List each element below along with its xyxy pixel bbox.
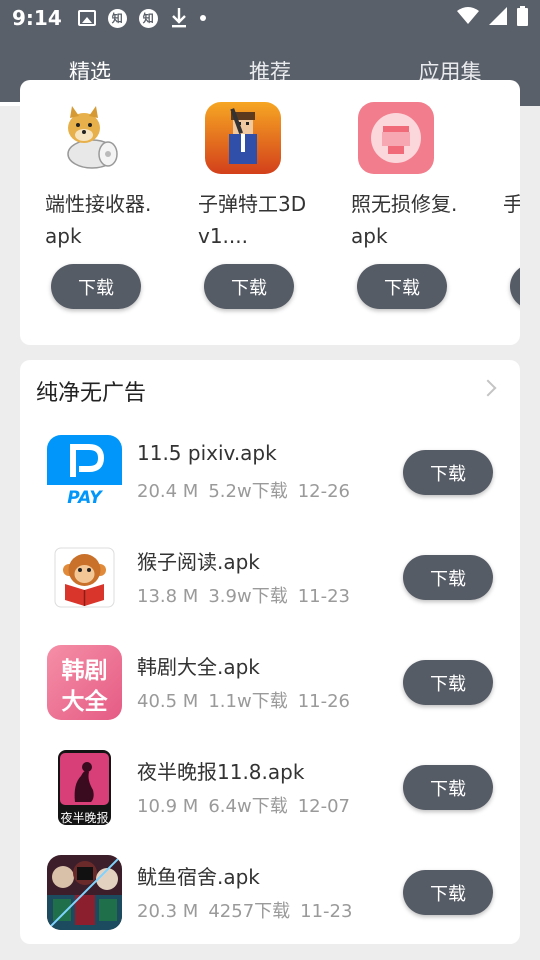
- app-downloads: 5.2w下载: [208, 481, 288, 502]
- section-title: 纯净无广告: [36, 381, 147, 406]
- svg-text:PAY: PAY: [67, 488, 103, 508]
- download-button[interactable]: 下载: [403, 660, 493, 705]
- app-downloads: 4257下载: [208, 901, 291, 922]
- app-meta: 20.3 M 4257下载 11-23: [137, 897, 362, 923]
- download-button[interactable]: 下载: [403, 555, 493, 600]
- app-downloads: 1.1w下载: [208, 691, 288, 712]
- app-date: 12-26: [297, 481, 351, 502]
- monkey-reading-icon: [47, 540, 122, 615]
- app-meta: 13.8 M 3.9w下载 11-23: [137, 582, 360, 608]
- wifi-icon: [457, 7, 479, 29]
- featured-app-name: 子弹特工3D v1....: [198, 192, 307, 248]
- app-size: 20.4 M: [137, 481, 199, 502]
- app-meta: 10.9 M 6.4w下载 12-07: [137, 792, 360, 818]
- app-name: 夜半晚报11.8.apk: [137, 760, 305, 784]
- app-size: 40.5 M: [137, 691, 199, 712]
- download-button[interactable]: 下载: [403, 765, 493, 810]
- list-item[interactable]: 鱿鱼宿舍.apk 20.3 M 4257下载 11-23 下载: [20, 855, 520, 960]
- featured-app-name: 端性接收器.apk: [45, 192, 152, 248]
- featured-app-name: 手 v2: [503, 192, 520, 216]
- app-name: 11.5 pixiv.apk: [137, 441, 277, 465]
- download-button[interactable]: 下载: [51, 264, 141, 309]
- ad-free-section: 纯净无广告 PAY 11.5 pixiv.apk 20.4 M 5.2w下载 12-…: [20, 360, 520, 944]
- featured-apps-card: 端性接收器.apk 下载 子弹特工3D v1.... 下载 照无损修复.apk …: [20, 80, 520, 345]
- app-date: 11-23: [297, 586, 351, 607]
- battery-icon: [517, 6, 528, 30]
- signal-icon: [489, 7, 507, 29]
- bullet-agent-icon: [205, 102, 281, 174]
- app-date: 12-07: [297, 796, 351, 817]
- app-downloads: 6.4w下载: [208, 796, 288, 817]
- app-size: 10.9 M: [137, 796, 199, 817]
- photo-repair-icon: [358, 102, 434, 174]
- doge-toilet-icon: [52, 102, 128, 174]
- download-button[interactable]: 下载: [204, 264, 294, 309]
- korean-drama-icon: 韩剧 大全: [47, 645, 122, 720]
- app-date: 11-26: [297, 691, 351, 712]
- dot-icon: [199, 15, 206, 21]
- icon-text: 夜半晚报: [60, 810, 108, 825]
- status-bar: 9:14 知 知: [0, 0, 540, 36]
- app-name: 鱿鱼宿舍.apk: [137, 865, 260, 889]
- zhihu-icon: 知: [138, 8, 158, 28]
- app-size: 13.8 M: [137, 586, 199, 607]
- download-button[interactable]: 下载: [357, 264, 447, 309]
- download-button[interactable]: 下载: [403, 870, 493, 915]
- list-item[interactable]: 猴子阅读.apk 13.8 M 3.9w下载 11-23 下载: [20, 540, 520, 645]
- photo-icon: [77, 10, 96, 26]
- download-button[interactable]: 下载: [403, 450, 493, 495]
- app-name: 韩剧大全.apk: [137, 655, 260, 679]
- list-item[interactable]: 夜半晚报 夜半晚报11.8.apk 10.9 M 6.4w下载 12-07 下载: [20, 750, 520, 855]
- app-meta: 20.4 M 5.2w下载 12-26: [137, 477, 360, 503]
- icon-text: 韩剧: [62, 657, 108, 684]
- featured-app-name: 照无损修复.apk: [351, 192, 458, 248]
- list-item[interactable]: PAY 11.5 pixiv.apk 20.4 M 5.2w下载 12-26 下载: [20, 435, 520, 540]
- app-meta: 40.5 M 1.1w下载 11-26: [137, 687, 360, 713]
- app-name: 猴子阅读.apk: [137, 550, 260, 574]
- download-button[interactable]: 下载: [510, 264, 520, 309]
- list-item[interactable]: 韩剧 大全 韩剧大全.apk 40.5 M 1.1w下载 11-26 下载: [20, 645, 520, 750]
- download-icon: [170, 7, 188, 29]
- icon-text: 大全: [62, 688, 109, 715]
- status-right: [457, 6, 528, 30]
- pixiv-pay-icon: PAY: [47, 435, 122, 510]
- zhihu-icon: 知: [107, 8, 127, 28]
- chevron-right-icon[interactable]: [479, 379, 497, 397]
- app-screen: 9:14 知 知 精选 推荐 应用集 端性接收器.apk 下载 子弹特工3D v…: [0, 0, 540, 960]
- status-time: 9:14: [12, 6, 62, 30]
- squid-dorm-icon: [47, 855, 122, 930]
- app-size: 20.3 M: [137, 901, 199, 922]
- app-date: 11-23: [300, 901, 353, 922]
- midnight-news-icon: 夜半晚报: [47, 750, 122, 825]
- app-downloads: 3.9w下载: [208, 586, 288, 607]
